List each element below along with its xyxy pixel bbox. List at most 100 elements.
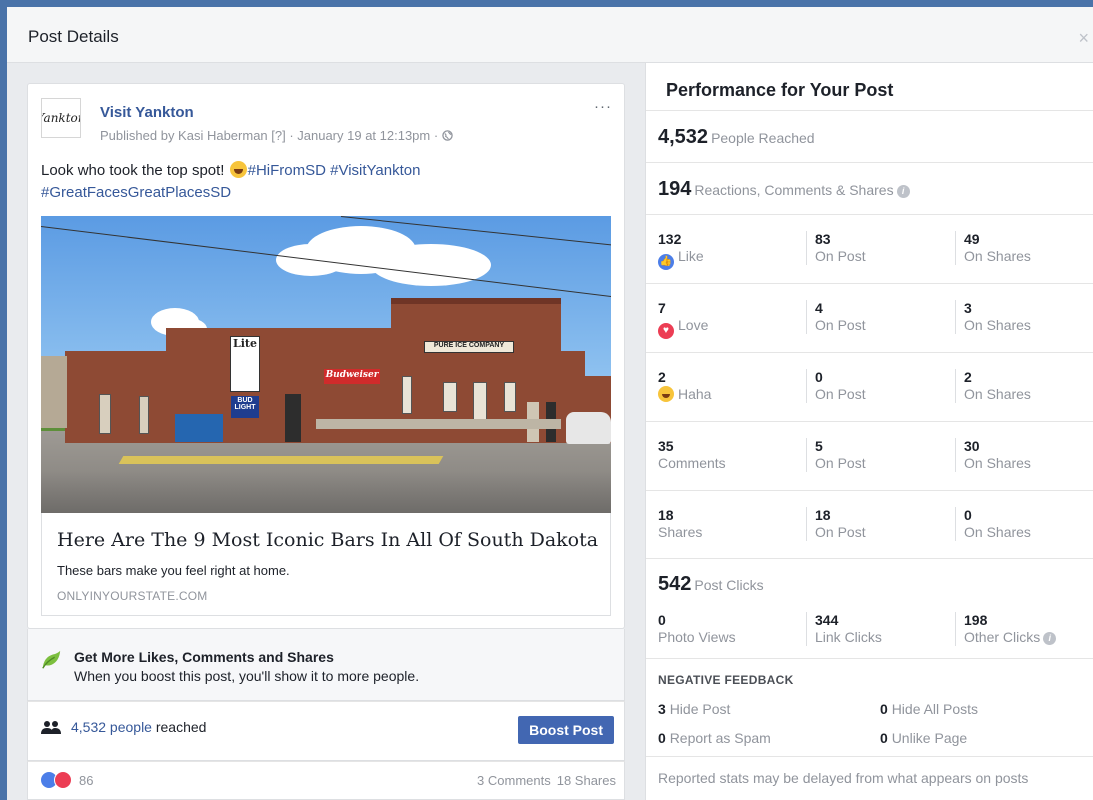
window bbox=[443, 382, 457, 412]
info-icon[interactable]: i bbox=[1043, 632, 1057, 645]
shares-total: 18 Shares bbox=[658, 507, 702, 541]
link-title[interactable]: Here Are The 9 Most Iconic Bars In All O… bbox=[57, 529, 598, 551]
link-preview[interactable]: Here Are The 9 Most Iconic Bars In All O… bbox=[41, 513, 611, 616]
close-icon[interactable]: × bbox=[1078, 28, 1089, 49]
unlike-page-label: Unlike Page bbox=[891, 730, 968, 746]
shadow-area bbox=[41, 471, 611, 513]
haha-icon bbox=[658, 386, 674, 402]
link-clicks-value: 344 bbox=[815, 612, 839, 628]
shares-label: Shares bbox=[658, 524, 703, 540]
hashtag-links-line1[interactable]: #HiFromSD #VisitYankton bbox=[248, 162, 421, 179]
engagement-number: 194 bbox=[658, 178, 692, 200]
report-spam-stat: 0 Report as Spam bbox=[658, 730, 771, 746]
shares-on-post-label: On Post bbox=[815, 524, 866, 540]
shares-count-link[interactable]: 18 Shares bbox=[557, 773, 616, 788]
post-card: Yankton Visit Yankton Published by Kasi … bbox=[27, 83, 625, 629]
info-icon[interactable]: i bbox=[896, 185, 910, 198]
comments-total-value: 35 bbox=[658, 438, 674, 454]
loves-on-post: 4 On Post bbox=[806, 300, 866, 334]
engagement-label: Reactions, Comments & Shares bbox=[694, 182, 894, 198]
loves-on-shares: 3 On Shares bbox=[955, 300, 1031, 334]
likes-total: 132 👍 Like bbox=[658, 231, 704, 270]
building-trim bbox=[391, 298, 561, 304]
more-options-icon[interactable]: ··· bbox=[594, 98, 612, 115]
neighbor-building bbox=[41, 356, 67, 428]
page-name-link[interactable]: Visit Yankton bbox=[100, 104, 194, 121]
window bbox=[139, 396, 149, 434]
haha-on-post-label: On Post bbox=[815, 386, 866, 402]
shares-on-shares: 0 On Shares bbox=[955, 507, 1031, 541]
post-clicks-number: 542 bbox=[658, 573, 692, 595]
like-row: 132 👍 Like 83 On Post 49 On Shares bbox=[646, 214, 1093, 283]
other-clicks: 198 Other Clicks i bbox=[955, 612, 1057, 646]
haha-on-shares-value: 2 bbox=[964, 369, 972, 385]
leaf-icon bbox=[42, 650, 61, 669]
other-clicks-value: 198 bbox=[964, 612, 988, 628]
post-photo[interactable]: Lite BUD LIGHT PURE ICE COMPANY Budweise… bbox=[41, 216, 611, 513]
budweiser-sign: Budweiser bbox=[324, 369, 380, 384]
loves-on-shares-value: 3 bbox=[964, 300, 972, 316]
likes-label: Like bbox=[678, 248, 704, 264]
photo-views-label: Photo Views bbox=[658, 629, 736, 645]
link-clicks: 344 Link Clicks bbox=[806, 612, 882, 646]
likes-on-shares: 49 On Shares bbox=[955, 231, 1031, 265]
haha-on-shares-label: On Shares bbox=[964, 386, 1031, 402]
engagement-section: 194 Reactions, Comments & Shares i bbox=[646, 162, 1093, 214]
blue-dumpster bbox=[175, 414, 223, 442]
comments-count-link[interactable]: 3 Comments bbox=[477, 773, 551, 788]
post-column: Yankton Visit Yankton Published by Kasi … bbox=[7, 63, 640, 800]
people-icon bbox=[41, 721, 61, 734]
comments-shares-summary: 3 Comments 18 Shares bbox=[471, 773, 616, 788]
loves-on-post-label: On Post bbox=[815, 317, 866, 333]
dialog-header: Post Details × bbox=[7, 7, 1093, 63]
hashtag-links-line2[interactable]: #GreatFacesGreatPlacesSD bbox=[41, 184, 231, 201]
stats-delay-note: Reported stats may be delayed from what … bbox=[658, 770, 1029, 786]
shares-on-post: 18 On Post bbox=[806, 507, 866, 541]
haha-label: Haha bbox=[678, 386, 712, 402]
hide-all-posts-value: 0 bbox=[880, 701, 888, 717]
comments-on-shares-label: On Shares bbox=[964, 455, 1031, 471]
link-description: These bars make you feel right at home. bbox=[57, 563, 290, 578]
unlike-page-stat: 0 Unlike Page bbox=[880, 730, 967, 746]
photo-views: 0 Photo Views bbox=[658, 612, 736, 646]
footnote-section: Reported stats may be delayed from what … bbox=[646, 756, 1093, 800]
hide-post-label: Hide Post bbox=[669, 701, 731, 717]
reach-row: 4,532 people reached Boost Post bbox=[27, 701, 625, 761]
shares-on-post-value: 18 bbox=[815, 507, 831, 523]
haha-total-value: 2 bbox=[658, 369, 666, 385]
reaction-count[interactable]: 86 bbox=[79, 773, 93, 788]
performance-panel: Performance for Your Post 4,532 People Re… bbox=[645, 63, 1093, 800]
report-spam-label: Report as Spam bbox=[669, 730, 771, 746]
shares-row: 18 Shares 18 On Post 0 On Shares bbox=[646, 490, 1093, 559]
comments-on-post: 5 On Post bbox=[806, 438, 866, 472]
haha-row: 2 Haha 0 On Post 2 On Shares bbox=[646, 352, 1093, 421]
comments-total: 35 Comments bbox=[658, 438, 726, 472]
post-message-text: Look who took the top spot! bbox=[41, 162, 229, 179]
people-reached-section: 4,532 People Reached bbox=[646, 110, 1093, 162]
likes-on-post-label: On Post bbox=[815, 248, 866, 264]
performance-title: Performance for Your Post bbox=[666, 80, 894, 100]
loves-label: Love bbox=[678, 317, 709, 333]
loves-total: 7 ♥ Love bbox=[658, 300, 708, 339]
comments-on-post-value: 5 bbox=[815, 438, 823, 454]
love-reaction-icon[interactable] bbox=[54, 771, 72, 789]
boost-post-button[interactable]: Boost Post bbox=[518, 716, 614, 744]
page-avatar[interactable]: Yankton bbox=[41, 98, 81, 138]
unlike-page-value: 0 bbox=[880, 730, 888, 746]
haha-on-post-value: 0 bbox=[815, 369, 823, 385]
parked-car bbox=[566, 412, 611, 444]
loading-dock bbox=[316, 419, 561, 429]
curb-line bbox=[118, 456, 444, 464]
haha-on-post: 0 On Post bbox=[806, 369, 866, 403]
post-meta: Published by Kasi Haberman [?] · January… bbox=[100, 128, 453, 143]
comments-on-post-label: On Post bbox=[815, 455, 866, 471]
shares-total-value: 18 bbox=[658, 507, 674, 523]
shares-on-shares-value: 0 bbox=[964, 507, 972, 523]
comments-on-shares: 30 On Shares bbox=[955, 438, 1031, 472]
link-clicks-label: Link Clicks bbox=[815, 629, 882, 645]
people-reached-link[interactable]: 4,532 people bbox=[71, 719, 152, 735]
haha-on-shares: 2 On Shares bbox=[955, 369, 1031, 403]
people-reached-number: 4,532 bbox=[658, 126, 709, 148]
loves-on-post-value: 4 bbox=[815, 300, 823, 316]
promo-title: Get More Likes, Comments and Shares bbox=[74, 649, 334, 665]
